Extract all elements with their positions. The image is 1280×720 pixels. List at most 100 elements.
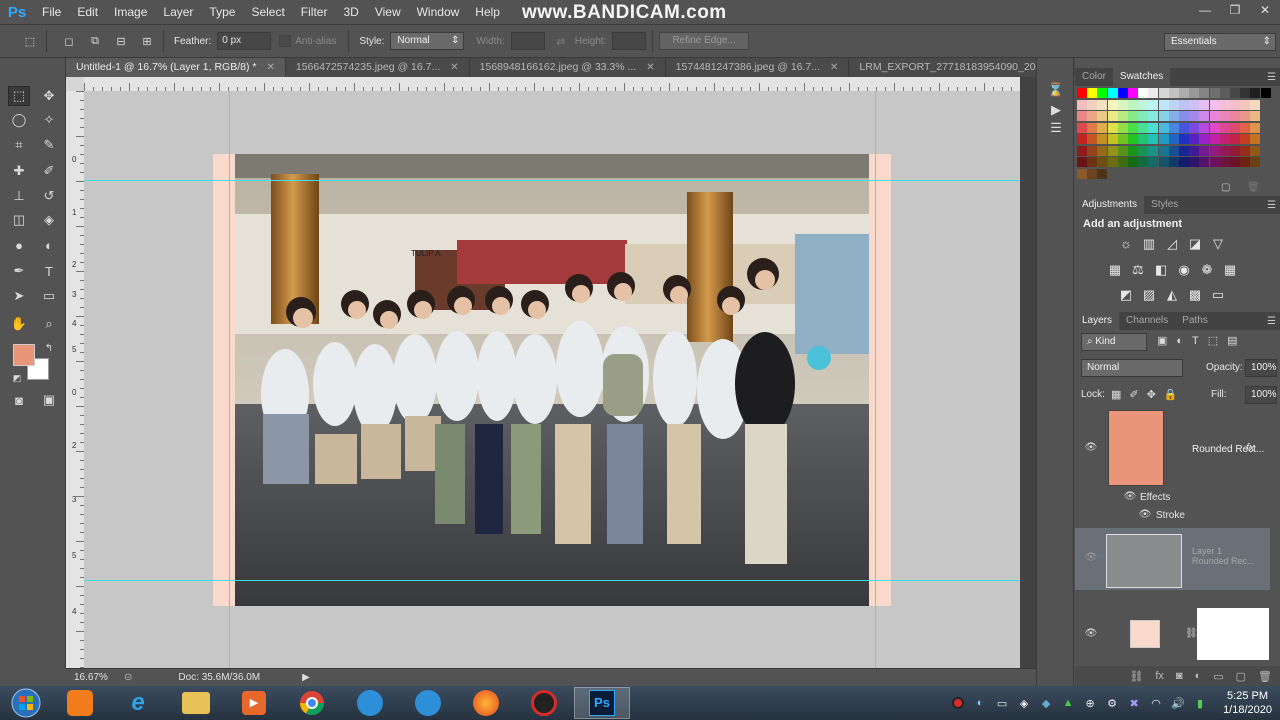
color-swatch[interactable] — [1087, 122, 1098, 133]
color-swatch[interactable] — [1230, 145, 1240, 156]
color-swatch[interactable] — [1117, 99, 1128, 110]
start-button[interactable] — [0, 686, 52, 720]
swap-colors-icon[interactable]: ↰ — [38, 338, 60, 358]
layer-mask-thumbnail[interactable] — [1197, 608, 1269, 660]
color-swatch[interactable] — [1077, 122, 1087, 133]
panel-menu-icon[interactable]: ☰ — [1267, 72, 1276, 83]
black-white-icon[interactable]: ◧ — [1152, 262, 1170, 278]
taskbar-file-explorer[interactable] — [168, 687, 224, 719]
color-swatch[interactable] — [1199, 88, 1210, 98]
hand-tool-icon[interactable]: ✋ — [8, 314, 30, 334]
layer-1-selected[interactable]: 👁 Layer 1 Rounded Rec... — [1075, 528, 1270, 590]
swap-icon[interactable]: ⇄ — [551, 32, 571, 50]
color-swatch[interactable] — [1219, 111, 1230, 121]
color-swatch[interactable] — [1128, 88, 1138, 98]
color-swatch[interactable] — [1077, 111, 1087, 121]
color-swatch[interactable] — [1087, 168, 1098, 179]
menu-window[interactable]: Window — [409, 0, 468, 24]
menu-select[interactable]: Select — [243, 0, 292, 24]
color-swatch[interactable] — [1077, 157, 1087, 167]
tab-color[interactable]: Color — [1075, 68, 1113, 86]
menu-help[interactable]: Help — [467, 0, 508, 24]
status-menu-arrow-icon[interactable]: ▶ — [302, 672, 310, 683]
taskbar-bandicam[interactable] — [516, 687, 572, 719]
brush-tool-icon[interactable]: ✐ — [38, 161, 60, 181]
quick-mask-icon[interactable]: ◙ — [8, 390, 30, 410]
add-mask-icon[interactable]: ◙ — [1176, 670, 1183, 682]
color-swatch[interactable] — [1158, 157, 1169, 167]
tab-styles[interactable]: Styles — [1144, 196, 1185, 214]
color-swatch[interactable] — [1158, 145, 1169, 156]
close-icon[interactable]: ✕ — [830, 58, 838, 77]
color-swatch[interactable] — [1219, 145, 1230, 156]
taskbar-photoshop[interactable]: Ps — [574, 687, 630, 719]
color-swatch[interactable] — [1209, 88, 1220, 98]
actions-icon[interactable]: ▶ — [1047, 102, 1065, 120]
vertical-guide[interactable] — [875, 91, 876, 668]
add-selection-icon[interactable]: ⧉ — [85, 32, 105, 50]
color-swatch[interactable] — [1189, 134, 1200, 144]
photo-filter-icon[interactable]: ◉ — [1175, 262, 1193, 278]
color-swatch[interactable] — [1240, 122, 1251, 133]
color-swatch[interactable] — [1250, 88, 1261, 98]
color-swatch[interactable] — [1219, 134, 1230, 144]
color-swatch[interactable] — [1199, 134, 1210, 144]
layer-kind-filter[interactable]: ⌕ Kind — [1081, 333, 1147, 351]
color-swatch[interactable] — [1107, 111, 1118, 121]
taskbar-internet-explorer[interactable]: e — [110, 687, 166, 719]
feather-input[interactable]: 0 px — [217, 32, 272, 50]
color-swatch[interactable] — [1209, 134, 1220, 144]
opacity-input[interactable]: 100% — [1245, 359, 1277, 377]
color-swatch[interactable] — [1107, 99, 1118, 110]
color-swatch[interactable] — [1158, 99, 1169, 110]
visibility-eye-icon[interactable]: 👁 — [1123, 491, 1137, 503]
color-swatch[interactable] — [1087, 99, 1098, 110]
color-swatch[interactable] — [1107, 88, 1118, 98]
color-swatch[interactable] — [1250, 111, 1261, 121]
layer-background[interactable]: 👁 ⛓ — [1075, 598, 1270, 660]
color-swatch[interactable] — [1148, 134, 1159, 144]
close-button[interactable]: ✕ — [1250, 0, 1280, 20]
color-swatch[interactable] — [1168, 157, 1179, 167]
color-swatch[interactable] — [1097, 99, 1108, 110]
tray-app-icon[interactable]: ✖ — [1125, 694, 1143, 712]
color-swatch[interactable] — [1148, 157, 1159, 167]
canvas-area[interactable]: TULIP A — [84, 91, 1020, 668]
color-swatch[interactable] — [1087, 134, 1098, 144]
color-swatch[interactable] — [1168, 122, 1179, 133]
color-swatch[interactable] — [1138, 88, 1149, 98]
color-swatch[interactable] — [1128, 122, 1138, 133]
share-icon[interactable]: ⊙ — [124, 672, 132, 683]
taskbar-app-blue-1[interactable] — [342, 687, 398, 719]
menu-image[interactable]: Image — [106, 0, 155, 24]
trash-icon[interactable]: 🗑 — [1258, 670, 1272, 683]
tab-layers[interactable]: Layers — [1075, 312, 1120, 330]
channel-mixer-icon[interactable]: ❁ — [1198, 262, 1216, 278]
foreground-color-swatch[interactable] — [13, 344, 35, 366]
panel-menu-icon[interactable]: ☰ — [1267, 316, 1276, 327]
close-icon[interactable]: ✕ — [450, 58, 458, 77]
color-swatch[interactable] — [1209, 145, 1220, 156]
color-swatch[interactable] — [1240, 157, 1251, 167]
record-tray-icon[interactable] — [949, 694, 967, 712]
visibility-eye-icon[interactable]: 👁 — [1084, 628, 1098, 640]
clone-stamp-tool-icon[interactable]: ⊥ — [8, 186, 30, 206]
color-swatch[interactable] — [1097, 88, 1108, 98]
wifi-icon[interactable]: ◠ — [1147, 694, 1165, 712]
color-swatch[interactable] — [1117, 157, 1128, 167]
color-swatch[interactable] — [1179, 122, 1189, 133]
color-swatch[interactable] — [1230, 88, 1240, 98]
tray-app-icon[interactable]: ⚙ — [1103, 694, 1121, 712]
color-swatch[interactable] — [1077, 134, 1087, 144]
path-selection-tool-icon[interactable]: ➤ — [8, 286, 30, 306]
color-swatch[interactable] — [1168, 99, 1179, 110]
color-swatch[interactable] — [1189, 88, 1200, 98]
tab-image-2[interactable]: 1568948166162.jpeg @ 33.3% ... ✕ — [469, 58, 666, 77]
color-swatch[interactable] — [1097, 145, 1108, 156]
swatches-grid[interactable] — [1075, 86, 1271, 179]
color-swatch[interactable] — [1260, 88, 1271, 98]
color-swatch[interactable] — [1250, 157, 1261, 167]
color-swatch[interactable] — [1158, 122, 1169, 133]
color-swatch[interactable] — [1097, 111, 1108, 121]
tray-app-icon[interactable]: ◈ — [1015, 694, 1033, 712]
